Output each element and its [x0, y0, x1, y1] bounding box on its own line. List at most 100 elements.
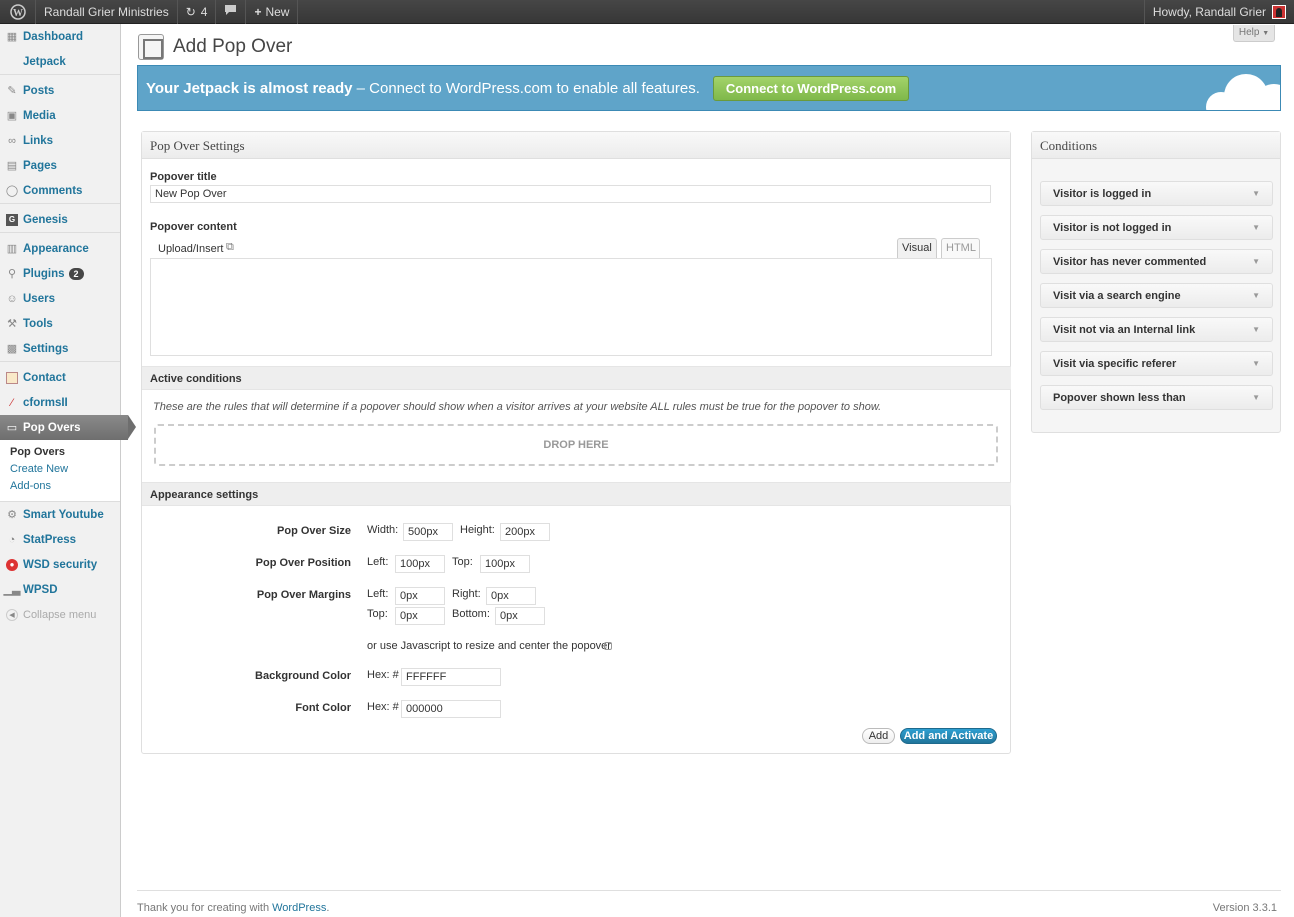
sidebar-item-appearance[interactable]: ▥ Appearance — [0, 236, 120, 261]
condition-item[interactable]: Popover shown less than ▼ — [1040, 385, 1273, 410]
page-icon: ▤ — [6, 160, 18, 172]
link-icon: ∞ — [8, 134, 16, 147]
sidebar-item-wsd-security[interactable]: ● WSD security — [0, 552, 120, 577]
main-content: Add Pop Over Help ▼ Your Jetpack is almo… — [121, 24, 1294, 917]
position-label: Pop Over Position — [255, 557, 351, 569]
dashboard-icon: ▦ — [6, 31, 18, 43]
contact-icon — [6, 371, 18, 384]
submenu-item-add-ons[interactable]: Add-ons — [0, 478, 120, 495]
condition-item[interactable]: Visitor is logged in ▼ — [1040, 181, 1273, 206]
new-content-link[interactable]: + New — [246, 0, 299, 24]
sidebar-item-users[interactable]: ☺ Users — [0, 286, 120, 311]
sidebar-item-plugins[interactable]: ⚲ Plugins 2 — [0, 261, 120, 286]
rules-description: These are the rules that will determine … — [153, 401, 882, 413]
comment-icon: ◯ — [5, 185, 19, 197]
appearance-settings-heading: Appearance settings — [142, 482, 1011, 506]
pin-icon: ✎ — [7, 85, 17, 97]
sidebar-item-statpress[interactable]: ◔ StatPress — [0, 527, 120, 552]
sidebar-item-genesis[interactable]: G Genesis — [0, 207, 120, 232]
sidebar-item-smart-youtube[interactable]: ⚙ Smart Youtube — [0, 502, 120, 527]
sidebar-item-posts[interactable]: ✎ Posts — [0, 78, 120, 103]
position-left-input[interactable]: 100px — [395, 555, 445, 573]
comments-link[interactable] — [216, 0, 247, 24]
howdy-text: Howdy, Randall Grier — [1152, 4, 1266, 19]
sidebar-item-links[interactable]: ∞ Links — [0, 128, 120, 153]
sidebar-item-comments[interactable]: ◯ Comments — [0, 178, 120, 203]
youtube-icon: ⚙ — [7, 509, 17, 521]
condition-item[interactable]: Visit via a search engine ▼ — [1040, 283, 1273, 308]
sidebar-item-pop-overs[interactable]: ▭ Pop Overs — [0, 415, 136, 440]
connect-wordpress-button[interactable]: Connect to WordPress.com — [712, 75, 910, 101]
site-name-link[interactable]: Randall Grier Ministries — [36, 0, 178, 24]
genesis-icon: G — [6, 213, 18, 226]
conditions-drop-zone[interactable]: DROP HERE — [154, 424, 998, 466]
refresh-icon: ↻ — [185, 4, 196, 19]
condition-item[interactable]: Visitor has never commented ▼ — [1040, 249, 1273, 274]
background-color-label: Background Color — [255, 670, 351, 682]
active-conditions-heading: Active conditions — [142, 366, 1011, 390]
add-button[interactable]: Add — [862, 728, 895, 744]
jetpack-message: Your Jetpack is almost ready – Connect t… — [146, 79, 700, 97]
pop-overs-submenu: Pop Overs Create New Add-ons — [0, 440, 120, 502]
tab-html[interactable]: HTML — [941, 238, 980, 258]
page-title: Add Pop Over — [173, 36, 293, 57]
height-input[interactable]: 200px — [500, 523, 550, 541]
help-tab-button[interactable]: Help ▼ — [1233, 25, 1275, 42]
popover-content-label: Popover content — [150, 221, 237, 233]
settings-icon: ▩ — [6, 343, 18, 355]
margin-right-label: Right: — [452, 588, 481, 600]
font-color-input[interactable]: 000000 — [401, 700, 501, 718]
sidebar-item-wpsd[interactable]: ▁▃ WPSD — [0, 577, 120, 602]
background-color-input[interactable]: FFFFFF — [401, 668, 501, 686]
width-input[interactable]: 500px — [403, 523, 453, 541]
popover-icon: ▭ — [6, 422, 18, 434]
javascript-resize-checkbox[interactable] — [604, 642, 612, 650]
plus-icon: + — [254, 4, 262, 19]
margin-left-input[interactable]: 0px — [395, 587, 445, 605]
add-media-icon[interactable]: ⧉ — [226, 241, 234, 254]
popover-title-label: Popover title — [150, 171, 217, 183]
position-top-input[interactable]: 100px — [480, 555, 530, 573]
sidebar-item-media[interactable]: ▣ Media — [0, 103, 120, 128]
chart-icon: ▁▃ — [3, 584, 21, 596]
submenu-item-pop-overs[interactable]: Pop Overs — [0, 444, 120, 461]
collapse-menu-button[interactable]: ◀ Collapse menu — [0, 602, 120, 627]
tab-visual[interactable]: Visual — [897, 238, 937, 258]
size-label: Pop Over Size — [277, 525, 351, 537]
sidebar-item-jetpack[interactable]: Jetpack — [0, 49, 120, 74]
arrow-down-icon: ▼ — [1252, 325, 1260, 334]
media-icon: ▣ — [6, 110, 18, 122]
footer-wordpress-link[interactable]: WordPress — [272, 902, 326, 914]
plugin-update-badge: 2 — [68, 267, 84, 280]
popover-title-input[interactable]: New Pop Over — [150, 185, 991, 203]
condition-item[interactable]: Visitor is not logged in ▼ — [1040, 215, 1273, 240]
condition-item[interactable]: Visit via specific referer ▼ — [1040, 351, 1273, 376]
statpress-icon: ◔ — [8, 533, 16, 546]
submenu-item-create-new[interactable]: Create New — [0, 461, 120, 478]
position-top-label: Top: — [452, 556, 473, 568]
admin-bar: W Randall Grier Ministries ↻ 4 + New How… — [0, 0, 1294, 24]
jetpack-icon — [6, 56, 18, 68]
wordpress-logo-icon[interactable]: W — [0, 0, 36, 24]
sidebar-item-tools[interactable]: ⚒ Tools — [0, 311, 120, 336]
sidebar-item-cforms[interactable]: ⁄ cformsII — [0, 390, 120, 415]
width-label: Width: — [367, 524, 399, 536]
popover-content-editor[interactable] — [150, 258, 992, 356]
margin-bottom-input[interactable]: 0px — [495, 607, 545, 625]
sidebar-item-pages[interactable]: ▤ Pages — [0, 153, 120, 178]
margin-top-input[interactable]: 0px — [395, 607, 445, 625]
comment-bubble-icon — [224, 4, 237, 19]
sidebar-item-settings[interactable]: ▩ Settings — [0, 336, 120, 361]
sidebar-item-contact[interactable]: Contact — [0, 365, 120, 390]
sidebar-item-dashboard[interactable]: ▦ Dashboard — [0, 24, 120, 49]
margin-right-input[interactable]: 0px — [486, 587, 536, 605]
condition-item[interactable]: Visit not via an Internal link ▼ — [1040, 317, 1273, 342]
collapse-arrow-icon: ◀ — [6, 608, 18, 621]
pop-over-settings-panel: Pop Over Settings Popover title New Pop … — [141, 131, 1011, 754]
cloud-icon — [1206, 68, 1280, 110]
add-and-activate-button[interactable]: Add and Activate — [900, 728, 997, 744]
updates-link[interactable]: ↻ 4 — [178, 0, 217, 24]
svg-text:W: W — [13, 8, 23, 19]
margin-top-label: Top: — [367, 608, 388, 620]
my-account-link[interactable]: Howdy, Randall Grier — [1143, 0, 1294, 24]
